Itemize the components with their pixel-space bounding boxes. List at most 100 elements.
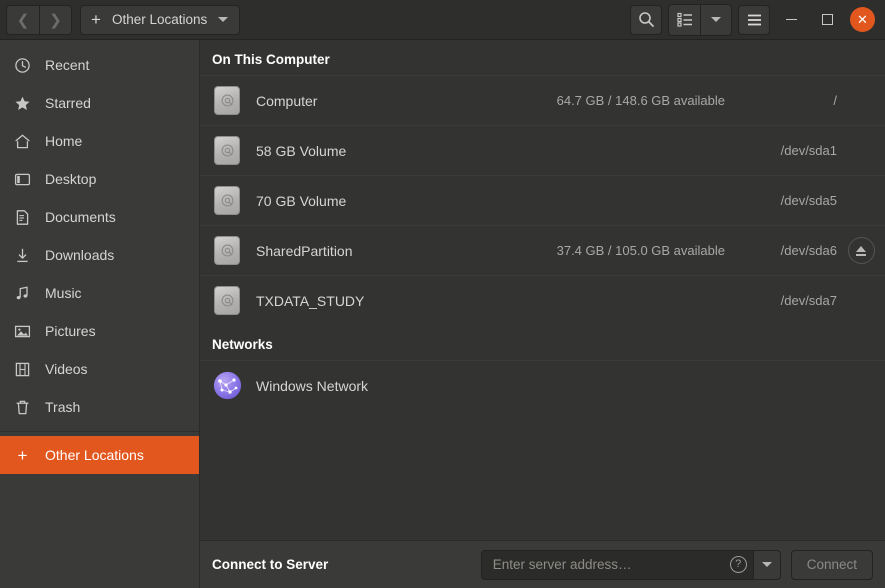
sidebar-item-label: Pictures [45,323,96,339]
row-eject-slot [837,237,885,264]
film-icon [14,361,31,378]
back-button[interactable]: ❮ [7,5,39,34]
main-menu-button[interactable] [738,4,770,35]
sidebar-item-label: Recent [45,57,90,73]
sidebar-item-label: Starred [45,95,91,111]
path-bar-button[interactable]: + Other Locations [80,4,241,35]
maximize-icon [821,14,833,25]
table-row[interactable]: Computer 64.7 GB / 148.6 GB available / [200,75,885,125]
table-row[interactable]: Windows Network [200,360,885,410]
sidebar-item-label: Home [45,133,83,149]
row-device-path: /dev/sda5 [780,193,837,208]
star-icon [14,95,31,112]
close-button[interactable]: ✕ [850,7,875,32]
plus-icon: + [17,445,28,465]
sidebar-item-desktop[interactable]: Desktop [0,160,199,198]
sidebar-item-pictures[interactable]: Pictures [0,312,199,350]
row-device-path: / [833,93,837,108]
path-bar-label: Other Locations [111,12,208,27]
minimize-button[interactable] [776,5,806,35]
table-row[interactable]: SharedPartition 37.4 GB / 105.0 GB avail… [200,225,885,275]
home-icon [14,133,31,150]
row-free-space: 37.4 GB / 105.0 GB available [556,243,725,258]
sidebar-item-other-locations[interactable]: + Other Locations [0,436,199,474]
chevron-down-icon [218,17,229,22]
trash-icon [14,399,31,416]
window-body: Recent Starred Home Desktop Documents Do… [0,40,885,588]
row-name: Computer [256,92,318,109]
download-icon [14,247,31,264]
row-device-path: /dev/sda6 [780,243,837,258]
sidebar-item-documents[interactable]: Documents [0,198,199,236]
hard-drive-icon [212,186,242,216]
chevron-down-icon [761,562,772,567]
picture-icon [14,323,31,340]
chevron-down-icon [711,17,721,22]
clock-icon [14,57,31,74]
sidebar-item-label: Other Locations [45,447,144,463]
header-right-group: ✕ [630,3,879,36]
hamburger-menu-icon [747,14,761,25]
sidebar-item-recent[interactable]: Recent [0,46,199,84]
row-name: SharedPartition [256,242,353,259]
header-bar: ❮ ❯ + Other Locations ✕ [0,0,885,40]
hard-drive-icon [212,136,242,166]
header-left-group: ❮ ❯ + Other Locations [6,4,241,35]
sidebar-separator [0,431,199,432]
network-globe-icon [212,371,242,401]
sidebar-item-label: Videos [45,361,88,377]
connect-button[interactable]: Connect [790,549,873,580]
eject-button[interactable] [847,237,875,264]
server-address-field[interactable]: ? [480,549,753,580]
sidebar-item-label: Downloads [45,247,115,263]
connect-to-server-label: Connect to Server [212,557,329,572]
server-address-dropdown-button[interactable] [752,549,781,580]
chevron-right-icon: ❯ [49,11,62,29]
sidebar-item-videos[interactable]: Videos [0,350,199,388]
sidebar-item-trash[interactable]: Trash [0,388,199,426]
forward-button[interactable]: ❯ [39,5,71,34]
hard-drive-icon [212,286,242,316]
sidebar-item-label: Trash [45,399,81,415]
row-name: 70 GB Volume [256,192,347,209]
list-view-button[interactable] [669,4,700,35]
row-name: 58 GB Volume [256,142,347,159]
document-icon [14,209,31,226]
view-mode-group [668,3,732,36]
server-address-input[interactable] [492,557,730,572]
sidebar-item-label: Documents [45,209,116,225]
music-note-icon [14,285,31,302]
sidebar-item-music[interactable]: Music [0,274,199,312]
maximize-button[interactable] [812,5,842,35]
view-options-dropdown-button[interactable] [700,4,731,35]
main-content: On This Computer Computer 64.7 GB / 148.… [200,40,885,588]
sidebar: Recent Starred Home Desktop Documents Do… [0,40,200,588]
sidebar-item-label: Desktop [45,171,97,187]
hard-drive-icon [212,86,242,116]
list-view-icon [676,12,692,27]
close-icon: ✕ [857,12,868,27]
row-device-path: /dev/sda1 [780,143,837,158]
row-free-space: 64.7 GB / 148.6 GB available [556,93,725,108]
sidebar-item-starred[interactable]: Starred [0,84,199,122]
sidebar-item-home[interactable]: Home [0,122,199,160]
desktop-icon [14,171,31,188]
table-row[interactable]: 70 GB Volume /dev/sda5 [200,175,885,225]
connect-button-label: Connect [806,557,857,572]
file-manager-window: ❮ ❯ + Other Locations ✕ Recent Starred H… [0,0,885,588]
table-row[interactable]: 58 GB Volume /dev/sda1 [200,125,885,175]
search-button[interactable] [630,4,662,35]
hard-drive-icon [212,236,242,266]
plus-icon: + [91,10,101,29]
row-name: Windows Network [256,377,369,394]
search-icon [638,12,654,27]
table-row[interactable]: TXDATA_STUDY /dev/sda7 [200,275,885,325]
locations-list: On This Computer Computer 64.7 GB / 148.… [200,40,885,540]
group-header-on-this-computer: On This Computer [212,52,330,67]
chevron-left-icon: ❮ [16,11,30,29]
server-address-group: ? Connect [480,549,873,580]
connect-to-server-bar: Connect to Server ? Connect [200,540,885,588]
help-circle-icon[interactable]: ? [729,556,747,573]
minimize-icon [785,18,797,21]
sidebar-item-downloads[interactable]: Downloads [0,236,199,274]
